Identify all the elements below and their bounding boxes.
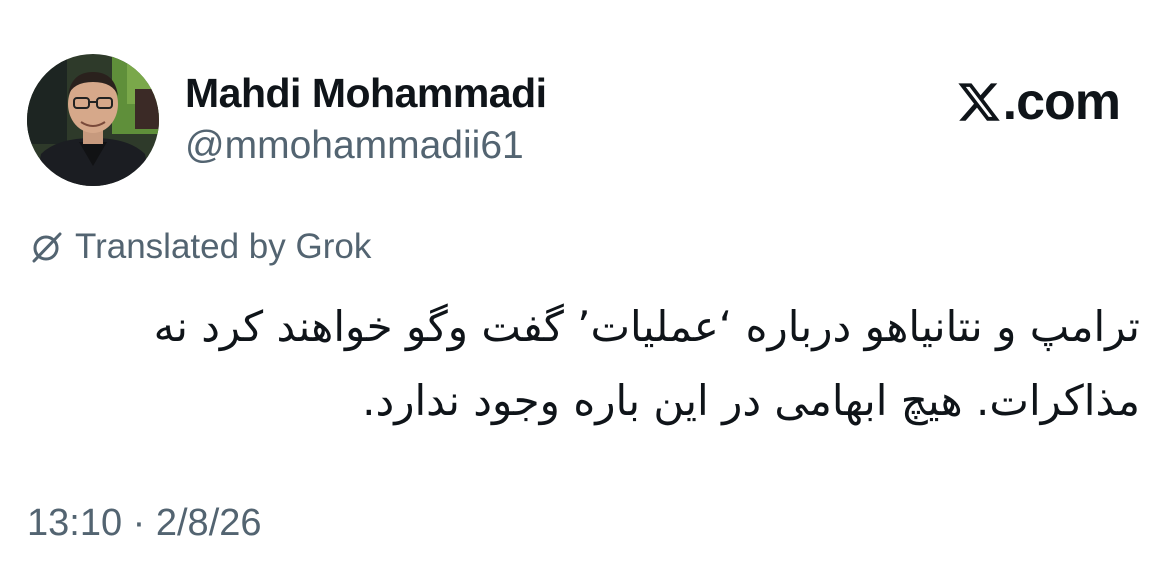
user-handle[interactable]: @mmohammadii61 bbox=[185, 124, 524, 168]
grok-icon bbox=[32, 232, 62, 263]
profile-photo bbox=[27, 54, 159, 186]
x-brand: .com bbox=[956, 73, 1121, 131]
avatar[interactable] bbox=[27, 54, 159, 186]
brand-domain: .com bbox=[1002, 73, 1121, 131]
translation-note[interactable]: Translated by Grok bbox=[27, 227, 371, 267]
display-name[interactable]: Mahdi Mohammadi bbox=[185, 70, 547, 117]
translation-label: Translated by Grok bbox=[75, 227, 372, 266]
x-logo-icon bbox=[958, 83, 1000, 121]
tweet-timestamp[interactable]: 13:10 · 2/8/26 bbox=[27, 502, 262, 545]
tweet-text: ترامپ و نتانیاهو درباره ‘عملیات’ گفت وگو… bbox=[153, 302, 1140, 425]
